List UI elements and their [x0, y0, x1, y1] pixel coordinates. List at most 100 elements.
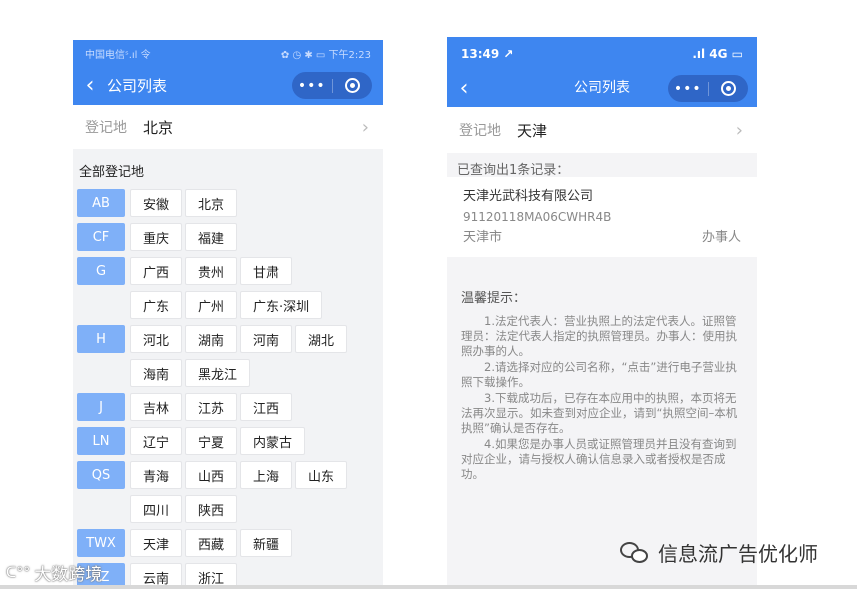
region-group-row: J 吉林 江苏 江西 — [73, 390, 383, 424]
tip-item: 4.如果您是办事人员或证照管理员并且没有查询到对应企业，请与授权人确认信息录入或… — [461, 437, 737, 481]
registration-label: 登记地 — [85, 120, 127, 136]
city-option-button[interactable]: 湖北 — [295, 325, 348, 353]
letter-index-spacer — [77, 291, 125, 319]
region-group-row: 四川 陕西 — [73, 492, 383, 526]
logo-icon: ᑕ°° — [6, 564, 31, 581]
city-option-button[interactable]: 江苏 — [185, 393, 238, 421]
city-option-button[interactable]: 广东 — [130, 291, 183, 319]
letter-index-label: CF — [77, 223, 125, 251]
region-group-row: 广东 广州 广东·深圳 — [73, 288, 383, 322]
all-places-heading: 全部登记地 — [79, 165, 145, 180]
user-role: 办事人 — [701, 230, 741, 245]
letter-index-spacer — [77, 495, 125, 523]
close-mini-program-icon[interactable] — [709, 81, 749, 96]
wechat-icon — [620, 540, 650, 566]
page-title: 公司列表 — [107, 77, 168, 95]
city-option-button[interactable]: 内蒙古 — [240, 427, 306, 455]
watermark-right: 信息流广告优化师 — [620, 538, 818, 567]
city-option-button[interactable]: 河南 — [240, 325, 293, 353]
registration-value: 北京 — [143, 118, 174, 137]
city-option-button[interactable]: 辽宁 — [130, 427, 183, 455]
city-option-button[interactable]: 北京 — [185, 189, 238, 217]
region-group-row: CF 重庆 福建 — [73, 220, 383, 254]
city-option-button[interactable]: 天津 — [130, 529, 183, 557]
chevron-right-icon: › — [361, 116, 369, 138]
region-group-row: AB 安徽 北京 — [73, 186, 383, 220]
nav-bar: ‹ 公司列表 ••• — [73, 66, 383, 105]
region-group-row: LN 辽宁 宁夏 内蒙古 — [73, 424, 383, 458]
city-option-button[interactable]: 山东 — [295, 461, 348, 489]
mini-program-capsule: ••• — [668, 75, 748, 102]
region-group-row: G 广西 贵州 甘肃 — [73, 254, 383, 288]
tip-item: 3.下载成功后，已存在本应用中的执照，本页将无法再次显示。如未查到对应企业，请到… — [461, 391, 738, 435]
city-option-button[interactable]: 安徽 — [130, 189, 183, 217]
city-option-button[interactable]: 甘肃 — [240, 257, 293, 285]
company-city: 天津市 — [463, 230, 503, 245]
tip-item: 1.法定代表人：营业执照上的法定代表人。证照管理员：法定代表人指定的执照管理员。… — [461, 314, 737, 358]
region-group-row: QS 青海 山西 上海 山东 — [73, 458, 383, 492]
city-option-button[interactable]: 广州 — [185, 291, 238, 319]
status-icons-time: ✿ ◷ ✱ ▭ 下午2:23 — [280, 49, 371, 61]
city-option-button[interactable]: 广西 — [130, 257, 183, 285]
city-option-button[interactable]: 海南 — [130, 359, 183, 387]
tips-title: 温馨提示： — [461, 291, 527, 306]
bottom-divider — [0, 585, 857, 589]
watermark-left-text: 大数跨境 — [34, 565, 103, 585]
tip-item: 2.请选择对应的公司名称，“点击”进行电子营业执照下载操作。 — [461, 360, 737, 389]
query-result-count: 已查询出1条记录： — [457, 163, 570, 178]
city-option-button[interactable]: 湖南 — [185, 325, 238, 353]
city-option-button[interactable]: 重庆 — [130, 223, 183, 251]
city-option-button[interactable]: 黑龙江 — [185, 359, 251, 387]
letter-index-label: H — [77, 325, 125, 353]
city-option-button[interactable]: 西藏 — [185, 529, 238, 557]
chevron-right-icon: › — [735, 119, 743, 141]
letter-index-label: LN — [77, 427, 125, 455]
letter-index-spacer — [77, 359, 125, 387]
status-time: 13:49 ↗ — [461, 46, 514, 61]
city-option-button[interactable]: 四川 — [130, 495, 183, 523]
city-option-button[interactable]: 青海 — [130, 461, 183, 489]
more-options-icon[interactable]: ••• — [292, 78, 332, 94]
region-group-row: H 河北 湖南 河南 湖北 — [73, 322, 383, 356]
city-option-button[interactable]: 宁夏 — [185, 427, 238, 455]
letter-index-label: AB — [77, 189, 125, 217]
registration-place-selector[interactable]: 登记地 北京 › — [73, 105, 383, 149]
close-mini-program-icon[interactable] — [333, 78, 373, 93]
back-icon[interactable]: ‹ — [73, 66, 107, 105]
watermark-right-text: 信息流广告优化师 — [658, 542, 818, 566]
letter-index-label: QS — [77, 461, 125, 489]
status-bar: 13:49 ↗ .ıl 4G ▭ — [447, 37, 757, 70]
city-option-button[interactable]: 福建 — [185, 223, 238, 251]
watermark-left: ᑕ°° 大数跨境 — [6, 560, 103, 586]
more-options-icon[interactable]: ••• — [668, 81, 708, 97]
right-phone-screen: 13:49 ↗ .ıl 4G ▭ ‹ 公司列表 ••• 登记地 天津 › 已查询… — [447, 37, 757, 589]
city-option-button[interactable]: 吉林 — [130, 393, 183, 421]
city-option-button[interactable]: 上海 — [240, 461, 293, 489]
credit-code: 91120118MA06CWHR4B — [463, 210, 612, 224]
city-option-button[interactable]: 陕西 — [185, 495, 238, 523]
nav-bar: ‹ 公司列表 ••• — [447, 70, 757, 107]
left-phone-screen: 中国电信ˢ.ıl 令 ✿ ◷ ✱ ▭ 下午2:23 ‹ 公司列表 ••• 登记地… — [73, 40, 383, 589]
carrier-signal: 中国电信ˢ.ıl 令 — [85, 49, 151, 61]
status-bar: 中国电信ˢ.ıl 令 ✿ ◷ ✱ ▭ 下午2:23 — [73, 40, 383, 66]
city-option-button[interactable]: 江西 — [240, 393, 293, 421]
letter-index-label: J — [77, 393, 125, 421]
company-result-card[interactable]: 天津光武科技有限公司 91120118MA06CWHR4B 天津市 办事人 — [447, 177, 757, 257]
city-option-button[interactable]: 河北 — [130, 325, 183, 353]
letter-index-label: G — [77, 257, 125, 285]
city-option-button[interactable]: 贵州 — [185, 257, 238, 285]
region-group-row: TWX 天津 西藏 新疆 — [73, 526, 383, 560]
city-option-button[interactable]: 广东·深圳 — [240, 291, 323, 319]
company-name: 天津光武科技有限公司 — [463, 189, 594, 204]
registration-place-selector[interactable]: 登记地 天津 › — [447, 107, 757, 153]
region-group-row: 海南 黑龙江 — [73, 356, 383, 390]
tips-section: 温馨提示： 1.法定代表人：营业执照上的法定代表人。证照管理员：法定代表人指定的… — [447, 257, 757, 482]
city-option-button[interactable]: 山西 — [185, 461, 238, 489]
letter-index-label: TWX — [77, 529, 125, 557]
region-group-list: AB 安徽 北京 CF 重庆 福建 G 广西 贵州 甘肃 广东 广州 广东·深圳 H 河北 湖南 河南 湖北 海南黑… — [73, 186, 383, 589]
registration-label: 登记地 — [459, 123, 501, 139]
registration-value: 天津 — [517, 121, 548, 140]
status-signal-battery: .ıl 4G ▭ — [692, 46, 743, 61]
mini-program-capsule: ••• — [292, 72, 372, 99]
city-option-button[interactable]: 新疆 — [240, 529, 293, 557]
